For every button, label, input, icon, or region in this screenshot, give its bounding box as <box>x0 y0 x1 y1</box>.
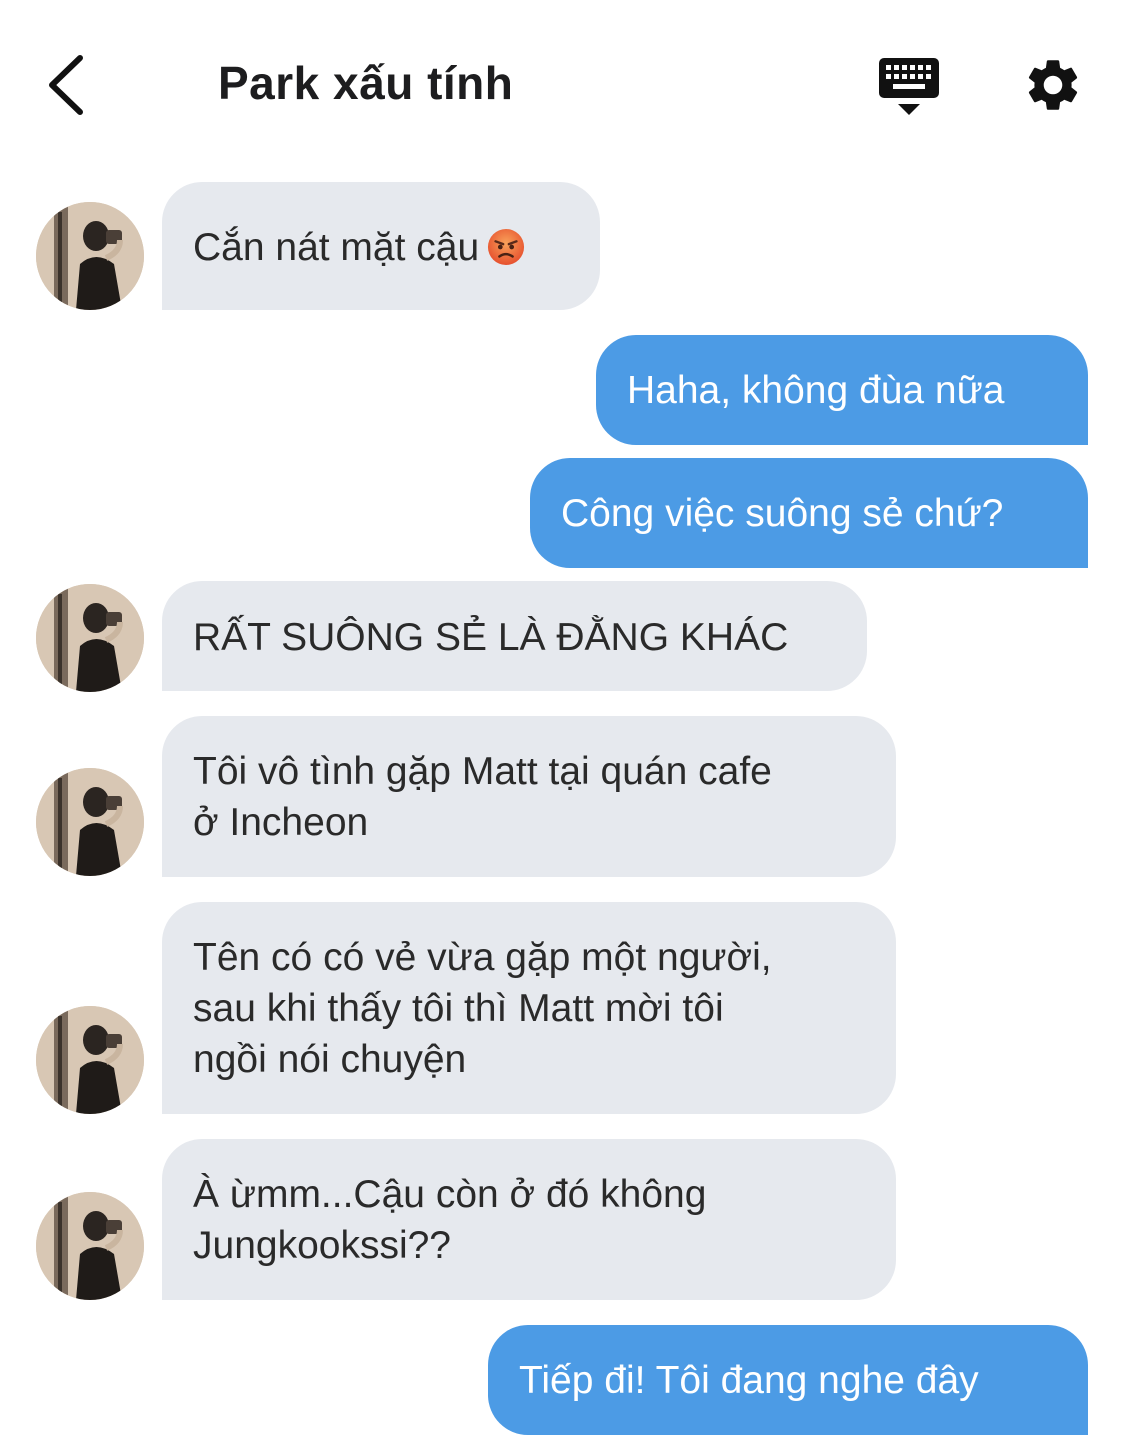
message-text: À ừmm...Cậu còn ở đó không Jungkookssi?? <box>193 1173 707 1267</box>
message-text: Công việc suông sẻ chứ? <box>561 492 1004 535</box>
message-bubble-incoming: Cắn nát mặt cậu <box>162 182 600 310</box>
chevron-left-icon <box>49 55 83 115</box>
message-bubble-incoming: Tôi vô tình gặp Matt tại quán cafe ở Inc… <box>162 716 896 877</box>
message-text: Tên có có vẻ vừa gặp một người, sau khi … <box>193 936 772 1081</box>
gear-icon <box>1028 60 1078 110</box>
message-text: Cắn nát mặt cậu <box>193 226 480 269</box>
chat-title: Park xấu tính <box>218 57 514 109</box>
message-bubble-incoming: À ừmm...Cậu còn ở đó không Jungkookssi?? <box>162 1139 896 1300</box>
avatar[interactable] <box>36 202 144 310</box>
chat-header: Park xấu tính <box>0 0 1125 170</box>
avatar[interactable] <box>36 768 144 876</box>
message-text: Haha, không đùa nữa <box>627 369 1005 412</box>
avatar[interactable] <box>36 1006 144 1114</box>
message-bubble-outgoing: Tiếp đi! Tôi đang nghe đây <box>488 1325 1088 1435</box>
settings-button[interactable] <box>1022 54 1084 116</box>
back-button[interactable] <box>42 52 92 118</box>
message-text: Tôi vô tình gặp Matt tại quán cafe ở Inc… <box>193 750 772 844</box>
message-bubble-incoming: RẤT SUÔNG SẺ LÀ ĐẰNG KHÁC <box>162 581 867 691</box>
angry-face-emoji <box>488 228 525 266</box>
avatar[interactable] <box>36 1192 144 1300</box>
message-text: Tiếp đi! Tôi đang nghe đây <box>519 1359 979 1402</box>
message-bubble-incoming: Tên có có vẻ vừa gặp một người, sau khi … <box>162 902 896 1114</box>
message-bubble-outgoing: Haha, không đùa nữa <box>596 335 1088 445</box>
avatar[interactable] <box>36 584 144 692</box>
message-text: RẤT SUÔNG SẺ LÀ ĐẰNG KHÁC <box>193 616 789 659</box>
message-bubble-outgoing: Công việc suông sẻ chứ? <box>530 458 1088 568</box>
keyboard-icon <box>879 58 939 115</box>
keyboard-button[interactable] <box>878 56 940 118</box>
